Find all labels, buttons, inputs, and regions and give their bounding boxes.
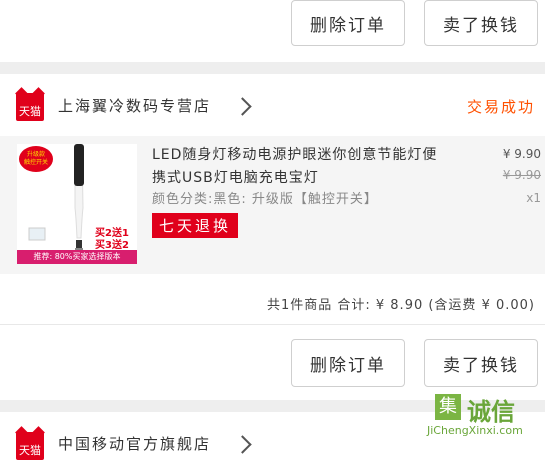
product-price: ¥ 9.90 [502, 147, 541, 161]
product-original-price: ¥ 9.90 [502, 168, 541, 182]
store-header[interactable]: 天猫 上海翼冷数码专营店 交易成功 [0, 74, 545, 136]
product-quantity: x1 [526, 191, 541, 205]
order-separator [0, 62, 545, 74]
watermark-logo-icon: 集 [435, 394, 461, 420]
thumb-banner: 推荐: 80%买家选择版本 [17, 250, 137, 264]
sell-for-cash-button[interactable]: 卖了换钱 [424, 0, 538, 46]
seven-day-return-tag: 七天退换 [152, 213, 239, 238]
watermark-url: JiChengXinxi.com [427, 424, 523, 437]
delete-order-button[interactable]: 删除订单 [291, 0, 405, 46]
thumb-promo-2: 买3送2 [95, 240, 129, 251]
watermark-brand: 诚信 [467, 398, 515, 426]
sell-for-cash-button[interactable]: 卖了换钱 [424, 339, 538, 387]
chevron-right-icon[interactable] [233, 97, 252, 116]
store-name[interactable]: 上海翼冷数码专营店 [58, 95, 211, 116]
product-thumbnail[interactable]: 升级款 触控开关 买2送1 买3送2 推荐: 80%买家选择版本 [17, 144, 137, 264]
tmall-logo-icon: 天猫 [15, 87, 45, 121]
order-status: 交易成功 [466, 98, 535, 116]
product-title[interactable]: LED随身灯移动电源护眼迷你创意节能灯便携式USB灯电脑充电宝灯 [152, 144, 452, 190]
divider [0, 324, 545, 325]
store-name[interactable]: 中国移动官方旗舰店 [58, 433, 211, 454]
tmall-logo-icon: 天猫 [15, 426, 45, 460]
thumb-badge: 升级款 触控开关 [19, 146, 53, 172]
order-item[interactable]: 升级款 触控开关 买2送1 买3送2 推荐: 80%买家选择版本 LED随身灯移… [0, 136, 545, 274]
delete-order-button[interactable]: 删除订单 [291, 339, 405, 387]
product-spec: 颜色分类:黑色: 升级版【触控开关】 [152, 192, 378, 207]
watermark: 集 诚信 JiChengXinxi.com [425, 390, 545, 445]
order-summary: 共1件商品 合计: ¥ 8.90 (含运费 ¥ 0.00) [266, 298, 535, 313]
